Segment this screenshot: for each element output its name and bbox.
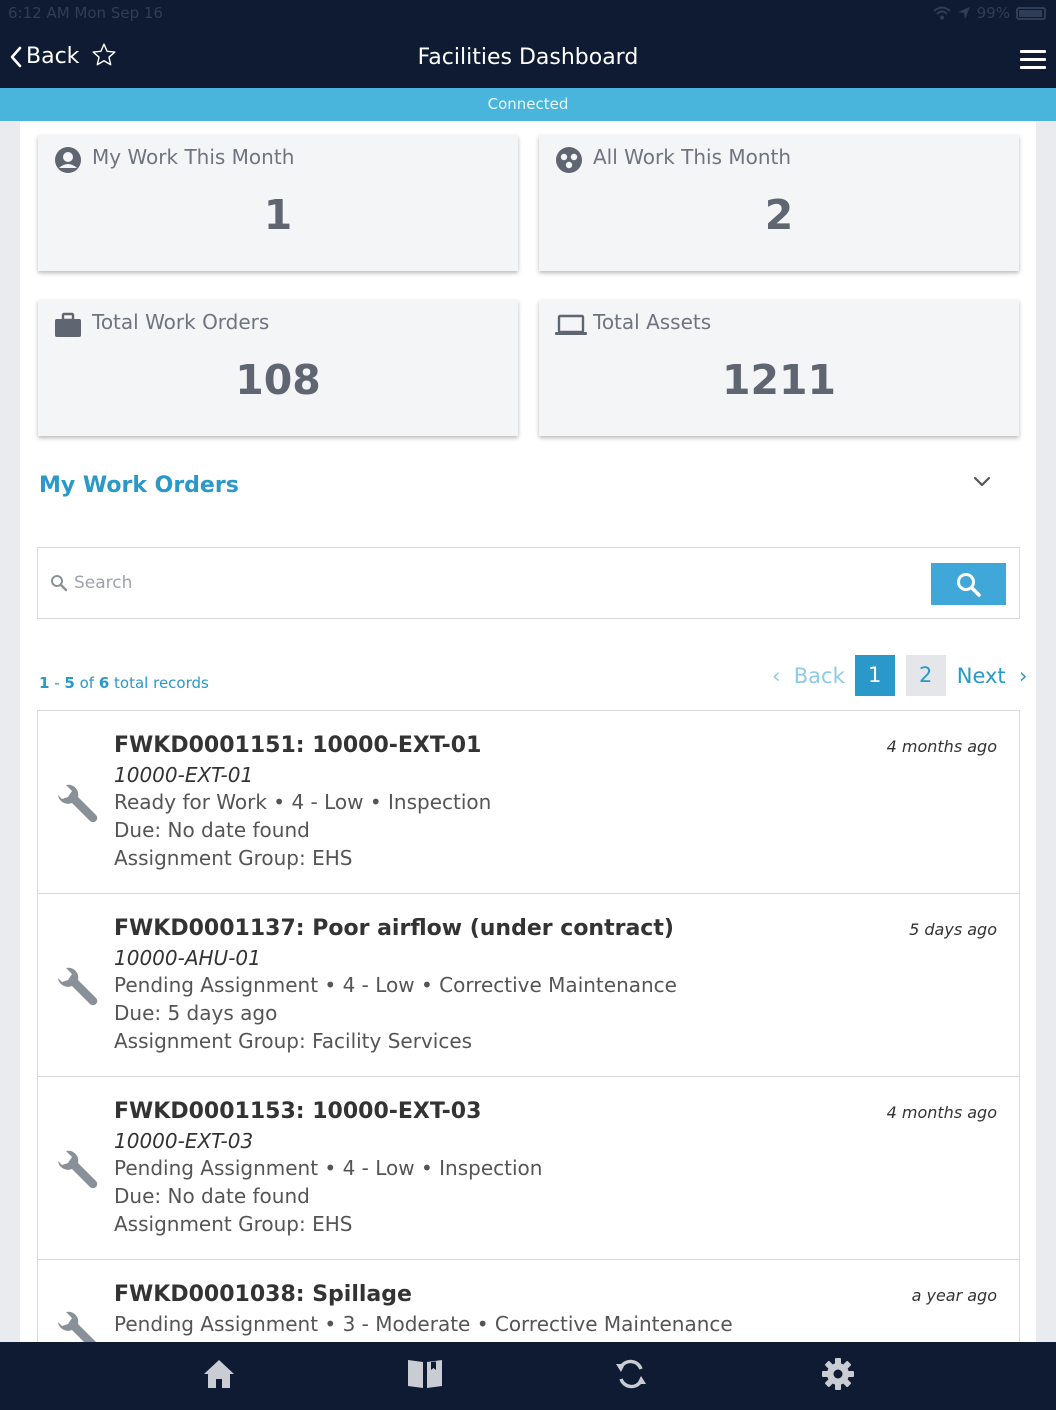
- records-end: 5: [64, 674, 75, 692]
- sync-icon[interactable]: [613, 1356, 649, 1392]
- pager-next-button[interactable]: Next ›: [957, 664, 1028, 688]
- search-input[interactable]: [74, 568, 914, 598]
- card-value: 108: [235, 356, 321, 404]
- work-order-details: Pending Assignment • 4 - Low • Inspectio…: [114, 1156, 543, 1180]
- pager-back-label: Back: [793, 663, 845, 688]
- laptop-icon: [555, 314, 587, 335]
- records-total: 6: [98, 674, 110, 692]
- work-order-title: FWKD0001153: 10000-EXT-03: [114, 1099, 482, 1124]
- battery-percent: 99%: [976, 4, 1010, 22]
- card-label: All Work This Month: [593, 145, 792, 169]
- status-time: 6:12 AM Mon Sep 16: [8, 4, 163, 22]
- card-all-work-this-month[interactable]: All Work This Month 2: [539, 135, 1019, 271]
- work-order-asset: 10000-EXT-03: [114, 1129, 254, 1153]
- card-value: 2: [764, 191, 794, 239]
- page-button-1[interactable]: 1: [854, 655, 895, 696]
- status-indicators: 99%: [932, 4, 1046, 22]
- page-title: Facilities Dashboard: [417, 45, 639, 70]
- book-icon[interactable]: [406, 1356, 444, 1392]
- chevron-down-icon[interactable]: [972, 473, 992, 491]
- card-total-assets[interactable]: Total Assets 1211: [539, 300, 1019, 436]
- work-order-item[interactable]: FWKD0001153: 10000-EXT-03 10000-EXT-03 P…: [38, 1077, 1019, 1260]
- wrench-icon: [58, 1311, 96, 1342]
- work-order-title: FWKD0001151: 10000-EXT-01: [114, 733, 482, 758]
- records-count: 1 - 5 of 6 total records: [39, 674, 209, 692]
- location-arrow-icon: [957, 7, 970, 19]
- work-order-title: FWKD0001038: Spillage: [114, 1282, 412, 1307]
- work-order-updated: 5 days ago: [909, 920, 997, 939]
- briefcase-icon: [55, 312, 81, 337]
- dashboard-content: My Work This Month 1 All Work This Month…: [20, 121, 1036, 1342]
- pager-back-button[interactable]: ‹ Back: [772, 664, 845, 688]
- menu-hamburger-icon[interactable]: [1020, 50, 1046, 74]
- work-order-updated: 4 months ago: [886, 737, 997, 756]
- work-order-group: Assignment Group: EHS: [114, 846, 353, 870]
- group-icon: [556, 147, 582, 173]
- work-order-group: Assignment Group: EHS: [114, 1212, 353, 1236]
- records-of: of: [74, 674, 99, 692]
- status-bar: 6:12 AM Mon Sep 16 99%: [0, 0, 1056, 28]
- card-my-work-this-month[interactable]: My Work This Month 1: [38, 135, 518, 271]
- work-order-group: Assignment Group: Facility Services: [114, 1029, 473, 1053]
- search-icon: [957, 573, 981, 597]
- work-order-details: Pending Assignment • 3 - Moderate • Corr…: [114, 1312, 733, 1336]
- work-order-details: Pending Assignment • 4 - Low • Correctiv…: [114, 973, 677, 997]
- home-icon[interactable]: [201, 1356, 237, 1392]
- card-label: My Work This Month: [92, 145, 295, 169]
- work-order-details: Ready for Work • 4 - Low • Inspection: [114, 790, 492, 814]
- card-total-work-orders[interactable]: Total Work Orders 108: [38, 300, 518, 436]
- nav-bar: Back Facilities Dashboard: [0, 28, 1056, 88]
- card-value: 1211: [721, 356, 837, 404]
- records-dash: -: [49, 674, 65, 692]
- wrench-icon: [58, 967, 98, 1006]
- battery-icon: [1016, 6, 1046, 20]
- search-icon: [51, 575, 68, 592]
- wifi-icon: [932, 6, 951, 20]
- work-order-item[interactable]: FWKD0001151: 10000-EXT-01 10000-EXT-01 R…: [38, 711, 1019, 894]
- wrench-icon: [58, 784, 98, 823]
- card-label: Total Assets: [593, 310, 712, 334]
- work-order-asset: 10000-EXT-01: [114, 763, 254, 787]
- user-circle-icon: [55, 147, 81, 173]
- work-order-updated: a year ago: [911, 1286, 997, 1305]
- records-suffix: total records: [109, 674, 209, 692]
- bottom-tab-bar: [0, 1342, 1056, 1410]
- search-bar: [37, 547, 1020, 619]
- work-order-updated: 4 months ago: [886, 1103, 997, 1122]
- work-order-item[interactable]: FWKD0001038: Spillage Pending Assignment…: [38, 1260, 1019, 1342]
- pager-next-label: Next: [956, 663, 1006, 688]
- settings-gear-icon[interactable]: [820, 1356, 856, 1392]
- work-order-list: FWKD0001151: 10000-EXT-01 10000-EXT-01 R…: [37, 710, 1020, 1342]
- work-order-title: FWKD0001137: Poor airflow (under contrac…: [114, 916, 674, 941]
- work-order-asset: 10000-AHU-01: [114, 946, 261, 970]
- card-value: 1: [263, 191, 293, 239]
- wrench-icon: [58, 1150, 98, 1189]
- work-order-due: Due: 5 days ago: [114, 1001, 278, 1025]
- page-button-2[interactable]: 2: [905, 655, 946, 696]
- work-order-due: Due: No date found: [114, 1184, 310, 1208]
- pagination: ‹ Back 1 2 Next ›: [772, 655, 1027, 696]
- work-order-due: Due: No date found: [114, 818, 310, 842]
- section-title-my-work-orders: My Work Orders: [39, 473, 239, 498]
- search-button[interactable]: [931, 563, 1006, 605]
- card-label: Total Work Orders: [92, 310, 270, 334]
- records-start: 1: [39, 674, 50, 692]
- connection-status-banner: Connected: [0, 88, 1056, 121]
- work-order-item[interactable]: FWKD0001137: Poor airflow (under contrac…: [38, 894, 1019, 1077]
